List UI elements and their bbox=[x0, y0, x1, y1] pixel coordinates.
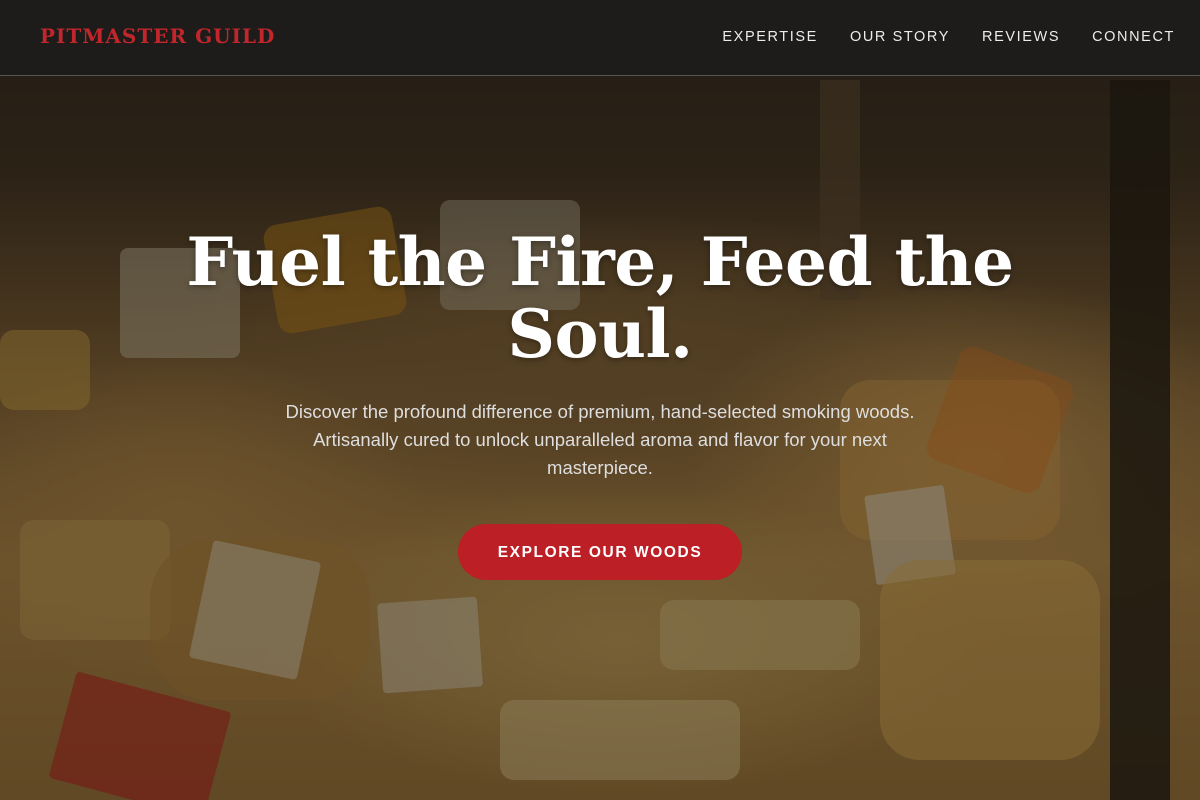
hero-title: Fuel the Fire, Feed the Soul. bbox=[186, 223, 1014, 373]
nav-link-connect[interactable]: CONNECT bbox=[1092, 29, 1175, 45]
nav-links: EXPERTISE OUR STORY REVIEWS CONNECT bbox=[690, 29, 1175, 45]
nav-link-expertise[interactable]: EXPERTISE bbox=[722, 29, 818, 45]
top-nav-bar: PITMASTER GUILD EXPERTISE OUR STORY REVI… bbox=[0, 0, 1200, 76]
brand-logo[interactable]: PITMASTER GUILD bbox=[40, 24, 275, 48]
explore-woods-button[interactable]: EXPLORE OUR WOODS bbox=[458, 524, 742, 580]
hero-section: Fuel the Fire, Feed the Soul. Discover t… bbox=[150, 226, 1050, 580]
hero-subtitle: Discover the profound difference of prem… bbox=[285, 401, 915, 478]
nav-link-our-story[interactable]: OUR STORY bbox=[850, 29, 950, 45]
nav-link-reviews[interactable]: REVIEWS bbox=[982, 29, 1060, 45]
